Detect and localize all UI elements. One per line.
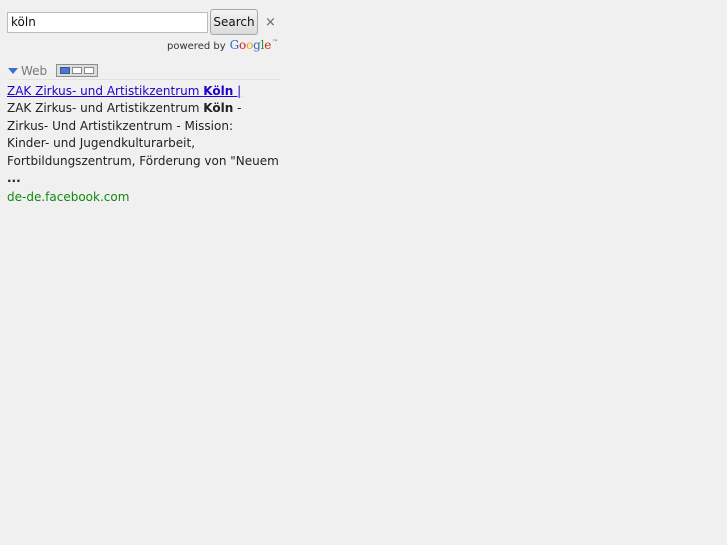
clear-icon[interactable]: × — [265, 16, 276, 29]
single-column-view-icon[interactable] — [60, 67, 71, 74]
google-logo-letter: G — [229, 38, 240, 52]
search-widget-page: Search × powered by Google™ Web ZAK Zirk… — [0, 0, 727, 545]
google-logo-letter: o — [239, 38, 247, 52]
result-title-link[interactable]: ZAK Zirkus- und Artistikzentrum Köln | — [7, 83, 279, 100]
google-logo-letter: g — [253, 38, 261, 52]
powered-by-google: powered by Google™ — [167, 38, 278, 52]
result-title-text: ZAK Zirkus- und Artistikzentrum — [7, 84, 204, 98]
result-title-keyword: Köln — [203, 84, 234, 98]
trademark-symbol: ™ — [272, 39, 278, 46]
powered-by-label: powered by — [167, 41, 226, 52]
search-result: ZAK Zirkus- und Artistikzentrum Köln | Z… — [7, 83, 279, 206]
snippet-ellipsis: ... — [7, 171, 21, 185]
search-row: Search × — [7, 9, 276, 35]
three-column-view-icon[interactable] — [84, 67, 95, 74]
results-tab-bar: Web — [7, 62, 280, 80]
expand-triangle-icon[interactable] — [8, 67, 18, 74]
google-logo: Google™ — [230, 38, 278, 52]
result-url: de-de.facebook.com — [7, 189, 130, 204]
snippet-keyword: Köln — [203, 101, 234, 115]
snippet-text: ZAK Zirkus- und Artistikzentrum — [7, 101, 204, 115]
google-logo-letter: e — [264, 38, 272, 52]
result-title-suffix: | — [233, 84, 242, 98]
search-input[interactable] — [7, 11, 208, 33]
result-snippet: ZAK Zirkus- und Artistikzentrum Köln - Z… — [7, 100, 279, 188]
search-button[interactable]: Search — [210, 9, 258, 35]
view-toggle-group — [56, 64, 99, 77]
two-column-view-icon[interactable] — [72, 67, 83, 74]
tab-web[interactable]: Web — [21, 64, 47, 78]
